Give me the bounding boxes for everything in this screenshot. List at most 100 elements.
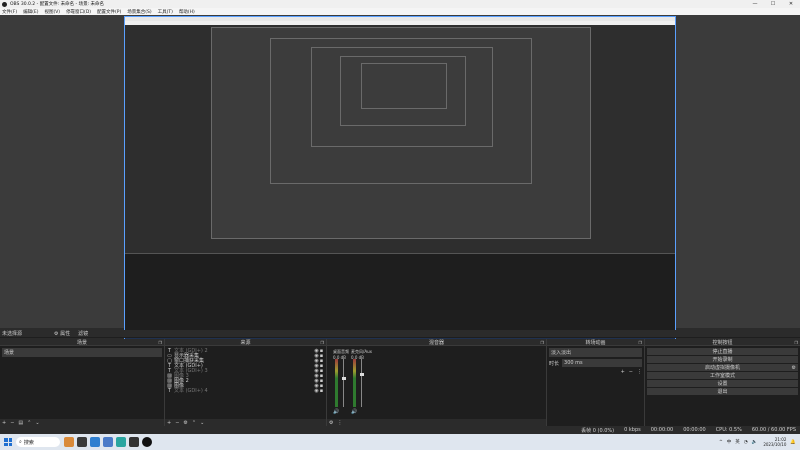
duration-label: 时长 (549, 360, 560, 367)
stop-streaming-button[interactable]: 停止直播 (647, 348, 798, 355)
app-icon-edge[interactable] (90, 437, 100, 447)
sources-dock-header: 来源 ❐ (165, 339, 326, 346)
move-up-icon[interactable]: ⌃ (27, 420, 31, 426)
gear-icon[interactable]: ⚙ (183, 420, 187, 426)
more-icon[interactable]: ⋮ (337, 420, 342, 426)
move-down-icon[interactable]: ⌄ (35, 420, 39, 426)
start-virtual-camera-button[interactable]: 启动虚拟摄像机 ⚙ (647, 364, 798, 371)
button-label: 工作室模式 (709, 373, 735, 379)
menu-view[interactable]: 视图(V) (44, 9, 60, 15)
menu-file[interactable]: 文件(F) (2, 9, 17, 15)
tray-expand-icon[interactable]: ^ (719, 440, 723, 445)
menu-bar: 文件(F) 编辑(E) 视图(V) 停靠窗口(D) 配置文件(P) 场景集合(S… (0, 8, 800, 15)
scenes-list: 场景 (0, 346, 164, 419)
window-title: OBS 30.0.2 - 配置文件: 未命名 - 场景: 未命名 (10, 2, 105, 7)
menu-edit[interactable]: 编辑(E) (23, 9, 38, 15)
volume-meter (353, 359, 356, 407)
nested-preview-2 (270, 38, 532, 184)
remove-icon[interactable]: − (175, 420, 179, 426)
app-icon-store[interactable] (116, 437, 126, 447)
app-icon-taskview[interactable] (77, 437, 87, 447)
dropped-frames: 丢帧 0 (0.0%) (581, 427, 615, 434)
preview-area[interactable] (0, 15, 800, 341)
volume-icon[interactable]: 🔈 (752, 440, 758, 445)
volume-slider[interactable] (361, 359, 362, 407)
gear-icon[interactable]: ⚙ (329, 420, 333, 426)
mixer-channel: 桌面音频 0.0 dB 🔊 (333, 349, 349, 415)
app-icon-copilot[interactable] (64, 437, 74, 447)
ime-indicator[interactable]: 中 (727, 439, 732, 445)
duration-input[interactable]: 300 ms (562, 359, 642, 367)
add-icon[interactable]: + (2, 420, 6, 426)
add-icon[interactable]: + (167, 420, 171, 426)
studio-mode-button[interactable]: 工作室模式 (647, 372, 798, 379)
controls-dock: 控制按钮 ❐ 停止直播 开始录制 启动虚拟摄像机 ⚙ 工作室模式 设置 退出 (645, 339, 800, 426)
settings-button[interactable]: 设置 (647, 380, 798, 387)
speaker-icon[interactable]: 🔊 (351, 409, 357, 415)
windows-start-icon[interactable] (4, 438, 12, 446)
preview-canvas[interactable] (124, 16, 676, 341)
controls-body: 停止直播 开始录制 启动虚拟摄像机 ⚙ 工作室模式 设置 退出 (645, 346, 800, 419)
menu-docks[interactable]: 停靠窗口(D) (66, 9, 91, 15)
scenes-dock: 场景 ❐ 场景 + − ▤ ⌃ ⌄ (0, 339, 165, 426)
exit-button[interactable]: 退出 (647, 388, 798, 395)
mixer-dock-title: 混音器 (428, 339, 444, 346)
remove-icon[interactable]: − (629, 369, 633, 375)
menu-help[interactable]: 帮助(H) (179, 9, 195, 15)
selected-source-label: 未选择源 (2, 331, 23, 337)
menu-tools[interactable]: 工具(T) (158, 9, 173, 15)
gear-icon[interactable]: ⚙ (792, 365, 796, 371)
add-icon[interactable]: + (621, 369, 625, 375)
move-up-icon[interactable]: ⌃ (192, 420, 196, 426)
maximize-icon[interactable]: ☐ (764, 0, 782, 8)
volume-slider-knob[interactable] (341, 377, 346, 381)
app-icon-explorer[interactable] (103, 437, 113, 447)
filter-icon[interactable]: ▤ (18, 420, 23, 426)
mixer-channel: 麦克风/Aux 0.0 dB 🔊 (351, 349, 372, 415)
clock[interactable]: 21:02 2023/10/10 (763, 437, 786, 447)
undock-icon[interactable]: ❐ (158, 340, 162, 345)
minimize-icon[interactable]: — (746, 0, 764, 8)
mixer-toolbar: ⚙ ⋮ (327, 419, 546, 426)
start-recording-button[interactable]: 开始录制 (647, 356, 798, 363)
wifi-icon[interactable]: ◔ (744, 440, 748, 445)
search-placeholder: 搜索 (23, 439, 34, 446)
app-icon-terminal[interactable] (129, 437, 139, 447)
status-bar: 丢帧 0 (0.0%) 0 kbps 00:00:00 00:00:00 CPU… (0, 426, 800, 434)
more-icon[interactable]: ⋮ (637, 369, 642, 375)
scene-item[interactable]: 场景 (2, 348, 162, 357)
clock-date: 2023/10/10 (763, 442, 787, 447)
source-item[interactable]: T 文本 (GDI+) 4 ◉ ▪ (167, 388, 324, 395)
source-toolbar: 未选择源 ⚙ 属性 滤镜 (0, 330, 800, 338)
remove-icon[interactable]: − (10, 420, 14, 426)
bitrate: 0 kbps (624, 427, 641, 433)
notification-icon[interactable]: 🔔 (790, 440, 796, 445)
close-icon[interactable]: ✕ (782, 0, 800, 8)
nested-preview-4 (340, 56, 466, 126)
volume-slider[interactable] (343, 359, 344, 407)
speaker-icon[interactable]: 🔊 (333, 409, 339, 415)
volume-slider-knob[interactable] (359, 373, 364, 377)
cpu-usage: CPU: 0.5% (715, 427, 742, 433)
properties-button[interactable]: ⚙ 属性 (52, 330, 72, 337)
search-icon: ⌕ (19, 439, 22, 445)
mixer-dock-header: 混音器 ❐ (327, 339, 546, 346)
move-down-icon[interactable]: ⌄ (200, 420, 204, 426)
app-icon-obs[interactable] (142, 437, 152, 447)
mixer-channels: 桌面音频 0.0 dB 🔊 麦克风/Aux 0.0 dB 🔊 (327, 346, 546, 419)
taskbar-search[interactable]: ⌕ 搜索 (16, 437, 60, 447)
undock-icon[interactable]: ❐ (638, 340, 642, 345)
menu-profile[interactable]: 配置文件(P) (97, 9, 121, 15)
menu-scene-collection[interactable]: 场景集合(S) (127, 9, 151, 15)
transition-select[interactable]: 淡入淡出 (549, 348, 642, 357)
undock-icon[interactable]: ❐ (540, 340, 544, 345)
button-label: 开始录制 (712, 357, 733, 363)
lock-icon[interactable]: ▪ (319, 388, 324, 394)
undock-icon[interactable]: ❐ (794, 340, 798, 345)
ime-mode[interactable]: 英 (735, 439, 740, 445)
undock-icon[interactable]: ❐ (320, 340, 324, 345)
button-label: 启动虚拟摄像机 (704, 365, 740, 371)
rec-time: 00:00:00 (683, 427, 706, 433)
filters-button[interactable]: 滤镜 (76, 330, 90, 337)
dock-area: 场景 ❐ 场景 + − ▤ ⌃ ⌄ 来源 ❐ T 文本 (GDI+) 2 ◉ ▪ ▭ 显示… (0, 339, 800, 426)
